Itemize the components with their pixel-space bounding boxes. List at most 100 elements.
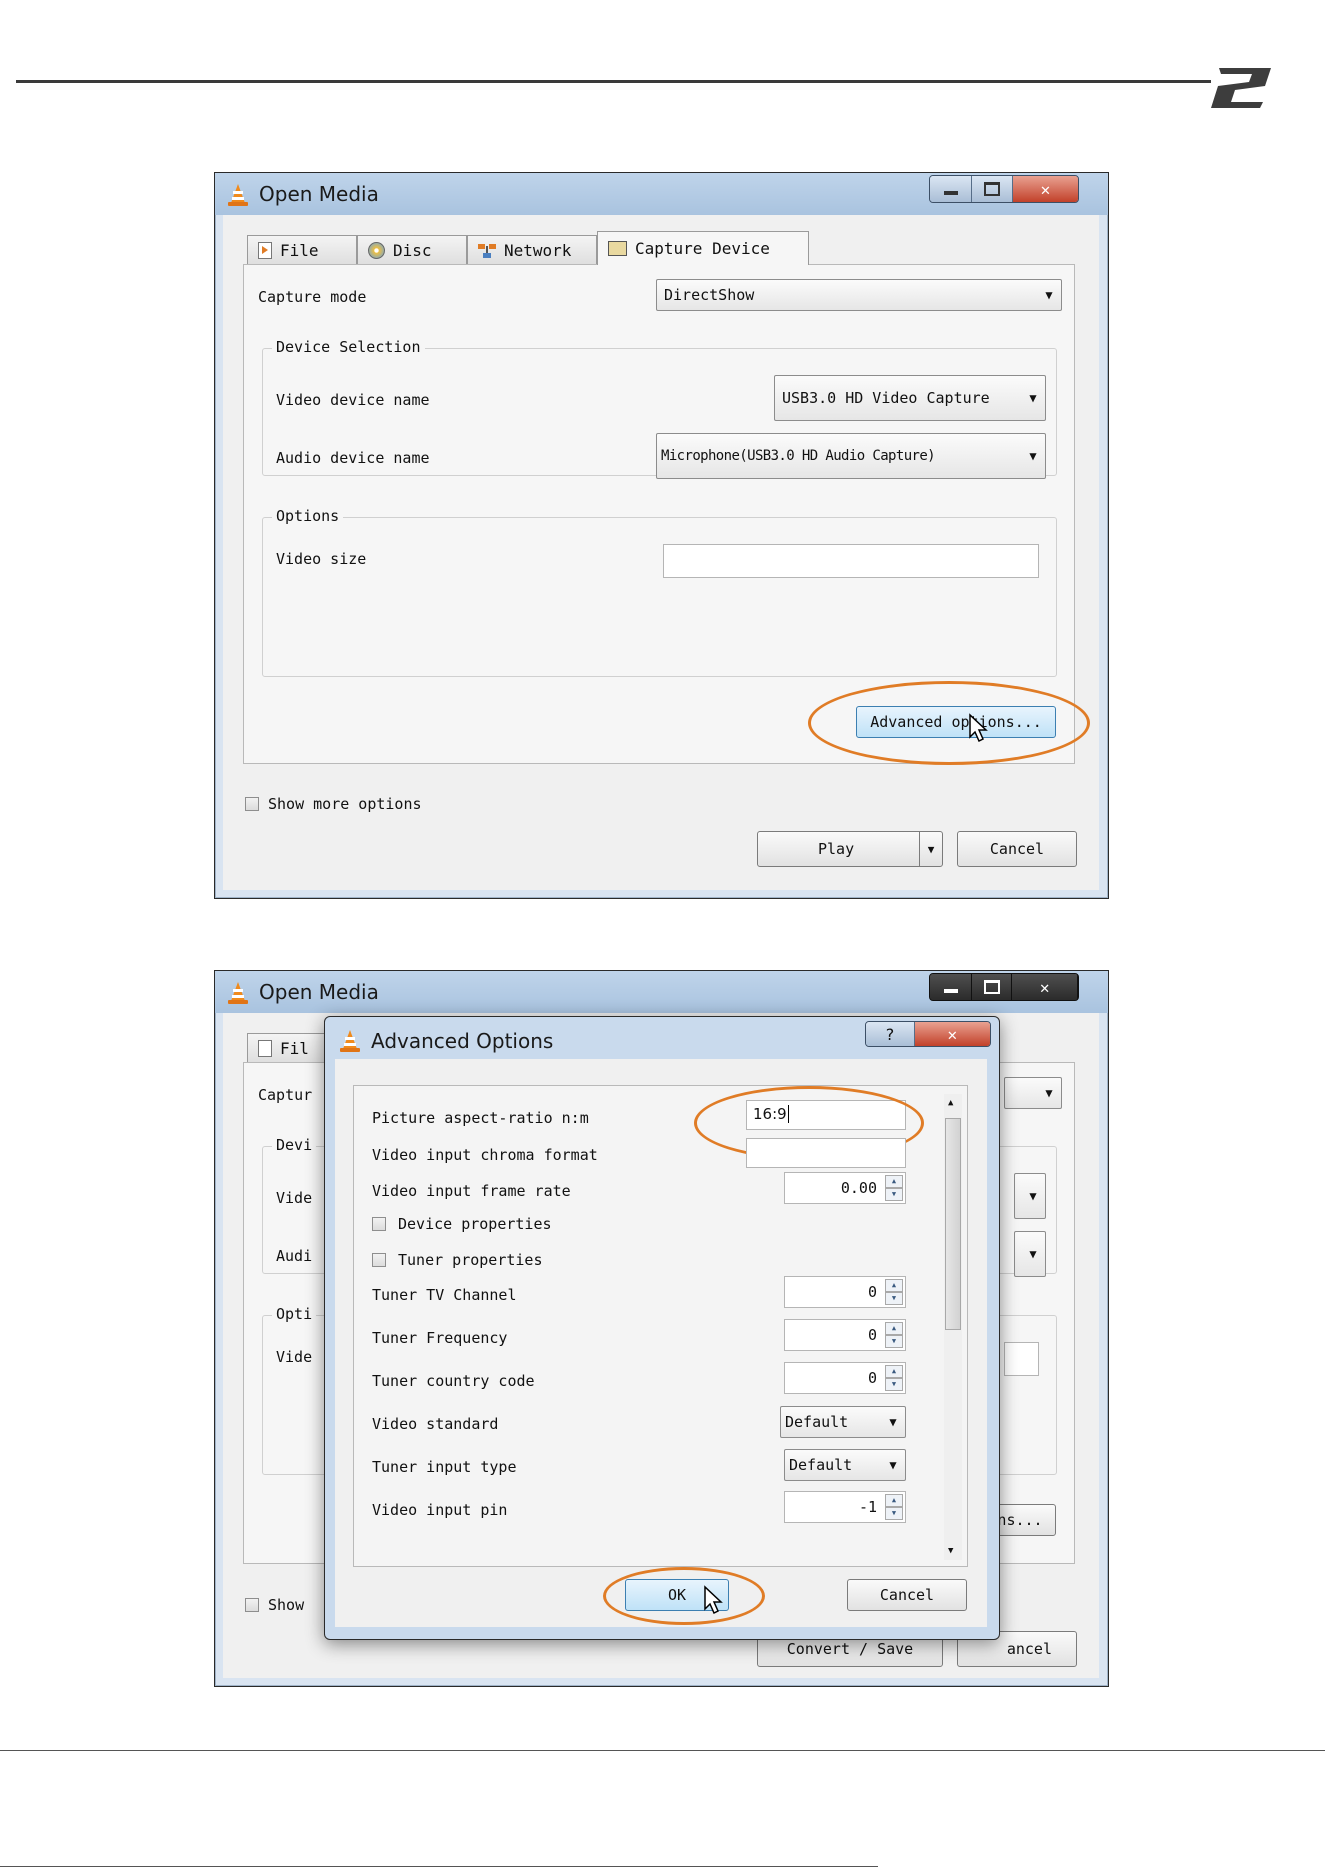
country-code-spinbox[interactable]: 0 ▲ ▼: [784, 1362, 906, 1394]
tuner-properties-checkbox[interactable]: [372, 1253, 386, 1267]
frame-rate-value: 0.00: [840, 1179, 877, 1197]
tv-channel-value: 0: [867, 1283, 877, 1301]
frequency-value: 0: [867, 1326, 877, 1344]
capture-mode-select[interactable]: ▼: [1004, 1077, 1062, 1109]
show-more-label: Show more options: [268, 795, 422, 813]
tv-channel-spinbox[interactable]: 0 ▲ ▼: [784, 1276, 906, 1308]
spin-up-icon[interactable]: ▲: [885, 1494, 903, 1507]
spin-down-icon[interactable]: ▼: [885, 1378, 903, 1391]
capture-device-icon: [608, 241, 627, 256]
spin-up-icon[interactable]: ▲: [885, 1175, 903, 1188]
dropdown-arrow-icon: ▼: [1045, 1086, 1053, 1100]
spin-down-icon[interactable]: ▼: [885, 1188, 903, 1201]
spin-up-icon[interactable]: ▲: [885, 1279, 903, 1292]
minimize-icon[interactable]: [930, 974, 973, 1000]
frame-rate-label: Video input frame rate: [372, 1182, 571, 1200]
tab-network[interactable]: Network: [467, 235, 597, 265]
chroma-format-input[interactable]: [746, 1138, 906, 1168]
tab-label: Disc: [393, 241, 432, 260]
caption-buttons: ✕: [929, 973, 1079, 1001]
scroll-up-icon[interactable]: ▲: [948, 1098, 953, 1108]
tab-disc[interactable]: Disc: [357, 235, 467, 265]
video-device-select[interactable]: USB3.0 HD Video Capture ▼: [774, 375, 1046, 421]
help-icon[interactable]: ?: [866, 1022, 915, 1046]
audio-device-label: Audio device name: [276, 449, 430, 467]
play-button[interactable]: Play ▼: [757, 831, 943, 867]
video-size-label: Video size: [276, 550, 367, 568]
file-icon: [258, 1040, 272, 1057]
capture-mode-select[interactable]: DirectShow ▼: [656, 279, 1062, 311]
title-bar: Open Media ✕: [215, 173, 1108, 215]
spin-up-icon[interactable]: ▲: [885, 1365, 903, 1378]
file-icon: [258, 242, 272, 259]
tab-capture-device[interactable]: Capture Device: [597, 231, 809, 265]
dropdown-arrow-icon: ▼: [889, 1458, 897, 1472]
convert-save-label: Convert / Save: [786, 1640, 914, 1658]
dropdown-arrow-icon: ▼: [1029, 1189, 1037, 1203]
tab-label: Capture Device: [635, 239, 770, 258]
country-code-value: 0: [867, 1369, 877, 1387]
aspect-ratio-label: Picture aspect-ratio n:m: [372, 1109, 589, 1127]
minimize-icon[interactable]: [930, 176, 973, 202]
spin-up-icon[interactable]: ▲: [885, 1322, 903, 1335]
spin-down-icon[interactable]: ▼: [885, 1507, 903, 1520]
show-more-checkbox[interactable]: [245, 797, 259, 811]
audio-device-select[interactable]: Microphone(USB3.0 HD Audio Capture) ▼: [656, 433, 1046, 479]
video-size-input[interactable]: [1004, 1342, 1039, 1376]
capture-mode-label: Capture mode: [258, 288, 367, 306]
show-more-checkbox[interactable]: [245, 1598, 259, 1612]
title-bar: Open Media ✕: [215, 971, 1108, 1013]
video-device-select[interactable]: ▼: [1014, 1173, 1046, 1219]
highlight-oval: [603, 1567, 765, 1625]
video-standard-value: Default: [785, 1413, 849, 1431]
device-selection-title: Device Selection: [272, 338, 425, 356]
spin-down-icon[interactable]: ▼: [885, 1335, 903, 1348]
capture-mode-value: DirectShow: [664, 286, 755, 304]
dropdown-arrow-icon[interactable]: ▼: [919, 832, 942, 866]
disc-icon: [368, 242, 385, 259]
cancel-label: ancel: [1006, 1640, 1052, 1658]
tuner-input-type-select[interactable]: Default ▼: [784, 1449, 906, 1481]
close-icon[interactable]: ✕: [1012, 176, 1078, 202]
open-media-window: Open Media ✕ File Disc Network Capture D…: [214, 172, 1109, 899]
tuner-input-type-value: Default: [789, 1456, 853, 1474]
cancel-label: Cancel: [989, 840, 1045, 858]
country-code-label: Tuner country code: [372, 1372, 535, 1390]
window-title: Open Media: [259, 980, 379, 1004]
window-title: Open Media: [259, 182, 379, 206]
frequency-spinbox[interactable]: 0 ▲ ▼: [784, 1319, 906, 1351]
advanced-options-label: ns...: [997, 1511, 1043, 1529]
cancel-button[interactable]: Cancel: [957, 831, 1077, 867]
play-label: Play: [818, 840, 855, 858]
cancel-button[interactable]: Cancel: [847, 1579, 967, 1611]
advanced-options-dialog: Advanced Options ? ✕ Picture aspect-rati…: [324, 1016, 1000, 1640]
dropdown-arrow-icon: ▼: [1029, 391, 1037, 405]
dropdown-arrow-icon: ▼: [1029, 449, 1037, 463]
close-icon[interactable]: ✕: [914, 1022, 990, 1046]
spin-down-icon[interactable]: ▼: [885, 1292, 903, 1305]
audio-device-select[interactable]: ▼: [1014, 1231, 1046, 1277]
audio-device-label: Audi: [276, 1247, 313, 1265]
scroll-down-icon[interactable]: ▼: [948, 1546, 953, 1556]
tab-file[interactable]: File: [247, 235, 357, 265]
maximize-icon[interactable]: [972, 176, 1013, 202]
dialog-title: Advanced Options: [371, 1029, 554, 1053]
frame-rate-spinbox[interactable]: 0.00 ▲ ▼: [784, 1172, 906, 1204]
options-title: Options: [272, 507, 344, 525]
vertical-scrollbar[interactable]: ▲ ▼: [944, 1094, 962, 1560]
video-device-value: USB3.0 HD Video Capture: [782, 389, 990, 407]
video-device-label: Vide: [276, 1189, 313, 1207]
close-icon[interactable]: ✕: [1012, 974, 1078, 1000]
maximize-icon[interactable]: [972, 974, 1013, 1000]
scrollbar-thumb[interactable]: [945, 1118, 961, 1330]
header-rule: [16, 80, 1211, 83]
video-size-input[interactable]: [663, 544, 1039, 578]
device-properties-checkbox[interactable]: [372, 1217, 386, 1231]
video-standard-select[interactable]: Default ▼: [780, 1406, 906, 1438]
caption-buttons: ✕: [929, 175, 1079, 203]
frequency-label: Tuner Frequency: [372, 1329, 508, 1347]
input-pin-spinbox[interactable]: -1 ▲ ▼: [784, 1491, 906, 1523]
vlc-cone-icon: [228, 982, 248, 1004]
capture-mode-label: Captur: [258, 1086, 313, 1104]
tv-channel-label: Tuner TV Channel: [372, 1286, 517, 1304]
